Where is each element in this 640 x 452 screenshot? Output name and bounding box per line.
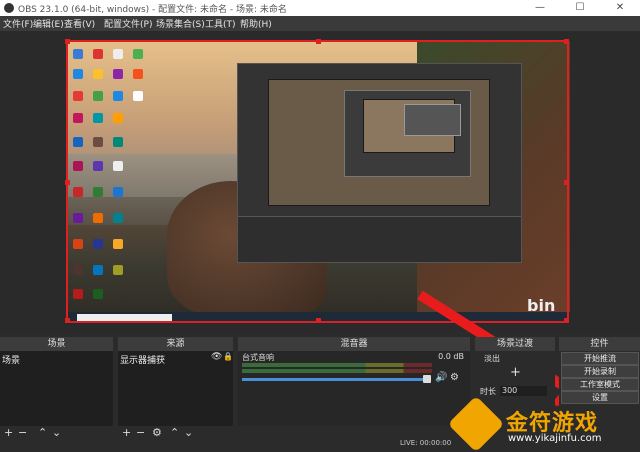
duration-input[interactable]: 300: [500, 386, 547, 396]
remove-source-button[interactable]: −: [136, 426, 145, 439]
controls-dock-title: 控件: [559, 337, 640, 351]
resize-handle[interactable]: [65, 39, 70, 44]
mixer-dock: 混音器 台式音响 0.0 dB 🔊 ⚙: [238, 337, 470, 451]
transition-select[interactable]: 淡出: [484, 353, 500, 364]
scenes-dock: 场景 场景 + − ⌃ ⌄: [0, 337, 113, 451]
resize-handle[interactable]: [564, 39, 569, 44]
close-button[interactable]: ✕: [600, 0, 640, 16]
mixer-channel-level: 0.0 dB: [438, 352, 464, 361]
move-up-icon[interactable]: ⌃: [170, 426, 179, 439]
menu-tools[interactable]: 工具(T): [205, 17, 236, 30]
transitions-dock-title: 场景过渡: [475, 337, 555, 351]
menu-bar: 文件(F) 编辑(E) 查看(V) 配置文件(P) 场景集合(S) 工具(T) …: [0, 16, 640, 32]
start-recording-button[interactable]: 开始录制: [561, 365, 639, 378]
scenes-toolbar: + − ⌃ ⌄: [0, 426, 113, 440]
mixer-body: 台式音响 0.0 dB 🔊 ⚙: [238, 351, 470, 426]
add-scene-button[interactable]: +: [4, 426, 13, 439]
move-down-icon[interactable]: ⌄: [52, 426, 61, 439]
remove-scene-button[interactable]: −: [18, 426, 27, 439]
sources-list[interactable]: 显示器捕获 👁 🔒: [118, 351, 233, 426]
watermark-logo-icon: [447, 395, 505, 452]
scenes-dock-title: 场景: [0, 337, 113, 351]
mixer-gear-icon[interactable]: ⚙: [450, 372, 459, 383]
live-status: LIVE: 00:00:00: [400, 439, 452, 447]
add-source-button[interactable]: +: [122, 426, 131, 439]
studio-mode-button[interactable]: 工作室模式: [561, 378, 639, 391]
volume-meter: [242, 363, 432, 367]
menu-profile[interactable]: 配置文件(P): [104, 17, 152, 30]
mixer-channel-name: 台式音响: [242, 353, 274, 362]
volume-slider[interactable]: [242, 378, 430, 381]
site-watermark: 金符游戏 www.yikajinfu.com: [446, 395, 640, 452]
menu-scene-collection[interactable]: 场景集合(S): [156, 17, 205, 30]
scene-item[interactable]: 场景: [0, 353, 113, 366]
resize-handle[interactable]: [316, 318, 321, 323]
lock-icon[interactable]: 🔒: [223, 352, 233, 361]
visibility-eye-icon[interactable]: 👁: [211, 352, 222, 362]
sources-dock: 来源 显示器捕获 👁 🔒 + − ⚙ ⌃ ⌄: [118, 337, 233, 451]
obs-logo-icon: [4, 3, 14, 13]
sources-dock-title: 来源: [118, 337, 233, 351]
speaker-icon[interactable]: 🔊: [435, 372, 447, 383]
scenes-list[interactable]: 场景: [0, 351, 113, 426]
window-title: OBS 23.1.0 (64-bit, windows) - 配置文件: 未命名…: [18, 5, 287, 15]
source-settings-gear-icon[interactable]: ⚙: [152, 426, 162, 439]
source-selection-box[interactable]: [65, 39, 569, 323]
minimize-button[interactable]: —: [520, 0, 560, 16]
start-streaming-button[interactable]: 开始推流: [561, 352, 639, 365]
move-down-icon[interactable]: ⌄: [184, 426, 193, 439]
resize-handle[interactable]: [65, 318, 70, 323]
menu-edit[interactable]: 编辑(E): [33, 17, 64, 30]
mixer-dock-title: 混音器: [238, 337, 470, 351]
resize-handle[interactable]: [316, 39, 321, 44]
watermark-url: www.yikajinfu.com: [508, 433, 602, 444]
menu-view[interactable]: 查看(V): [64, 17, 95, 30]
sources-toolbar: + − ⚙ ⌃ ⌄: [118, 426, 233, 440]
volume-slider-handle[interactable]: [423, 375, 431, 383]
title-bar: OBS 23.1.0 (64-bit, windows) - 配置文件: 未命名…: [0, 0, 640, 16]
duration-label: 时长: [480, 387, 496, 396]
resize-handle[interactable]: [564, 180, 569, 185]
maximize-button[interactable]: ☐: [560, 0, 600, 16]
resize-handle[interactable]: [65, 180, 70, 185]
source-item[interactable]: 显示器捕获: [118, 353, 200, 366]
move-up-icon[interactable]: ⌃: [38, 426, 47, 439]
volume-meter: [242, 369, 432, 373]
menu-file[interactable]: 文件(F): [3, 17, 33, 30]
add-transition-button[interactable]: +: [510, 365, 521, 380]
menu-help[interactable]: 帮助(H): [240, 17, 272, 30]
